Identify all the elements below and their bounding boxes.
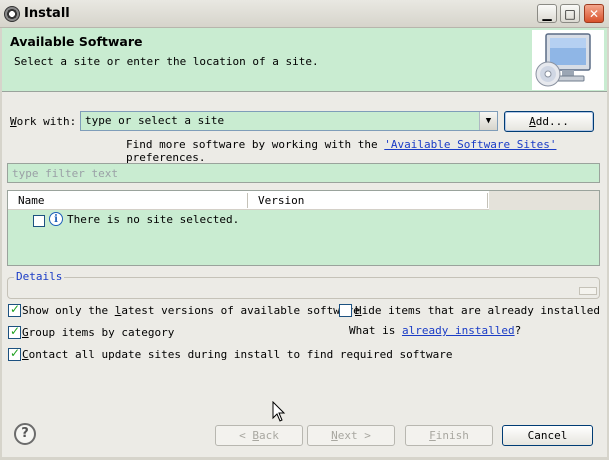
monitor-cd-icon <box>532 30 604 90</box>
page-description: Select a site or enter the location of a… <box>14 55 319 68</box>
table-row-message: There is no site selected. <box>67 213 240 226</box>
mouse-cursor-icon <box>272 401 286 422</box>
column-header-name[interactable]: Name <box>18 194 45 207</box>
help-icon[interactable]: ? <box>14 423 36 445</box>
work-with-label-text: ork with: <box>16 115 77 128</box>
opt-text: atest versions of available software <box>121 304 360 317</box>
btn-text: inish <box>435 429 469 442</box>
minimize-button[interactable]: ▁ <box>537 4 557 23</box>
work-with-mnemonic: W <box>10 115 17 128</box>
opt-mnemonic: H <box>355 304 362 317</box>
opt-text: ontact all update sites during install t… <box>28 348 453 361</box>
title-bar[interactable]: Install ▁ □ ✕ <box>0 0 609 28</box>
add-mnemonic: A <box>529 115 536 128</box>
what-is-prefix: What is <box>349 324 402 337</box>
add-label: dd... <box>535 115 569 128</box>
btn-mnemonic: N <box>331 429 338 442</box>
finish-button[interactable]: Finish <box>405 425 493 446</box>
hide-installed-checkbox[interactable] <box>339 304 352 317</box>
opt-mnemonic: G <box>22 326 29 339</box>
already-installed-link[interactable]: already installed <box>402 324 515 337</box>
software-table[interactable]: Name Version i There is no site selected… <box>7 190 600 266</box>
contact-sites-checkbox[interactable] <box>8 346 21 361</box>
page-title: Available Software <box>10 34 143 49</box>
btn-text: ext > <box>337 429 371 442</box>
column-divider[interactable] <box>487 193 488 208</box>
contact-sites-label: Contact all update sites during install … <box>22 348 452 361</box>
group-category-checkbox[interactable] <box>8 324 21 339</box>
btn-text: < <box>239 429 253 442</box>
info-icon: i <box>49 212 63 226</box>
details-group <box>7 277 600 299</box>
add-site-button[interactable]: Add... <box>504 111 594 132</box>
chevron-down-icon[interactable]: ▼ <box>479 112 497 130</box>
header-banner: Available Software Select a site or ente… <box>2 28 607 92</box>
show-latest-label: Show only the latest versions of availab… <box>22 304 360 317</box>
find-more-prefix: Find more software by working with the <box>126 138 385 151</box>
eclipse-icon <box>4 6 20 22</box>
column-divider[interactable] <box>247 193 248 208</box>
btn-mnemonic: B <box>252 429 259 442</box>
available-sites-link[interactable]: 'Available Software Sites' <box>384 138 556 151</box>
opt-text: roup items by category <box>28 326 175 339</box>
cancel-button[interactable]: Cancel <box>502 425 593 446</box>
next-button[interactable]: Next > <box>307 425 395 446</box>
find-more-text: Find more software by working with the '… <box>126 138 609 164</box>
close-button[interactable]: ✕ <box>584 4 604 23</box>
window-title: Install <box>24 6 70 21</box>
maximize-button[interactable]: □ <box>560 4 580 23</box>
opt-mnemonic: C <box>22 348 29 361</box>
details-scrollbar[interactable] <box>579 287 597 295</box>
what-is-installed: What is already installed? <box>349 324 521 337</box>
show-latest-checkbox[interactable] <box>8 302 21 317</box>
window-border-left <box>0 28 2 460</box>
details-label: Details <box>14 270 65 283</box>
group-category-label: Group items by category <box>22 326 174 339</box>
work-with-label: Work with: <box>10 115 76 128</box>
hide-installed-label: Hide items that are already installed <box>355 304 600 317</box>
column-header-version[interactable]: Version <box>258 194 304 207</box>
opt-text: Show only the <box>22 304 115 317</box>
back-button[interactable]: < Back <box>215 425 303 446</box>
what-is-suffix: ? <box>514 324 522 337</box>
table-header: Name Version <box>8 191 599 210</box>
filter-input[interactable]: type filter text <box>7 163 600 183</box>
site-combo-input[interactable]: type or select a site <box>80 111 498 131</box>
row-checkbox[interactable] <box>33 215 45 227</box>
btn-mnemonic: F <box>429 429 436 442</box>
column-filler <box>489 191 599 210</box>
btn-text: ack <box>259 429 279 442</box>
opt-text: ide items that are already installed <box>361 304 601 317</box>
